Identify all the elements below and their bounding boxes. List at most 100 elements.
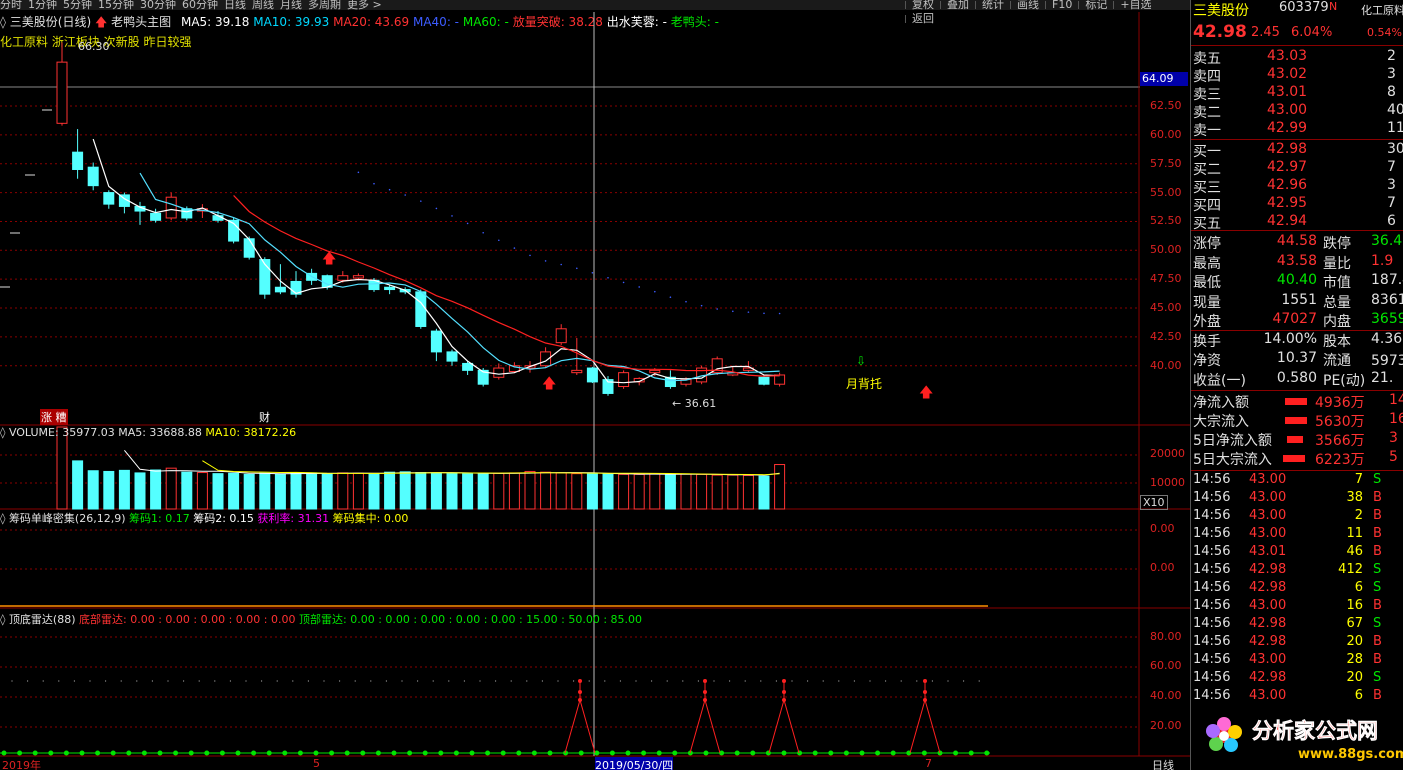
tick-volume: 28 xyxy=(1346,652,1363,667)
tick-row: 14:56 43.00 11 B xyxy=(1191,526,1403,544)
stat-row: 净资 10.37 流通 5973万 xyxy=(1191,350,1403,369)
volume-bar xyxy=(243,473,255,510)
asks-label: 卖五 xyxy=(1193,51,1221,67)
radar-peak-dot xyxy=(703,698,707,702)
sector-name[interactable]: 化工原料 xyxy=(1361,2,1403,18)
tick-volume: 46 xyxy=(1346,544,1363,559)
volume-bar xyxy=(134,472,146,510)
settings-icon[interactable]: ◊ xyxy=(0,512,5,525)
stat-label: PE(动) xyxy=(1323,372,1366,389)
candle-body xyxy=(274,286,286,293)
ma40-dot xyxy=(638,286,640,288)
volume-bar xyxy=(56,426,68,510)
asks-label: 卖三 xyxy=(1193,87,1221,103)
tick-side: S xyxy=(1373,616,1382,631)
limit-up-tag: 涨 糟 xyxy=(40,409,68,425)
stat-row: 换手 14.00% 股本 4.36 xyxy=(1191,330,1403,350)
tick-time: 14:56 xyxy=(1193,562,1231,577)
volume-ma-line xyxy=(202,460,780,476)
flow-bar xyxy=(1283,455,1305,462)
finance-tag: 财 xyxy=(259,411,270,424)
radar-grid-dot xyxy=(323,680,325,682)
tick-row: 14:56 43.00 16 B xyxy=(1191,598,1403,616)
radar-peak-dot xyxy=(923,698,927,702)
volume-bar xyxy=(602,473,614,510)
candle-body xyxy=(649,369,661,374)
new-stock-badge: N xyxy=(1329,0,1338,13)
x-label-may: 5 xyxy=(313,757,320,770)
stat-value: 8361 xyxy=(1371,291,1403,308)
asks-price: 42.99 xyxy=(1267,120,1308,136)
x-label-july: 7 xyxy=(925,757,932,770)
ma40-dot xyxy=(466,222,469,225)
chip1: 筹码1: 0.17 xyxy=(129,512,190,525)
settings-icon[interactable]: ◊ xyxy=(0,613,5,626)
stat-label: 量比 xyxy=(1323,255,1351,272)
radar-grid-dot xyxy=(495,680,497,682)
tick-time: 14:56 xyxy=(1193,472,1231,487)
stat-label: 市值 xyxy=(1323,275,1351,291)
flow-row: 净流入额 4936万 14 xyxy=(1191,392,1403,411)
flow-bar xyxy=(1287,436,1303,443)
settings-icon[interactable]: ◊ xyxy=(0,426,5,439)
panel-divider xyxy=(1191,230,1403,231)
asks-volume: 3 xyxy=(1387,66,1396,82)
ma40-dot xyxy=(747,311,750,313)
asks-price: 43.02 xyxy=(1267,66,1308,82)
radar-grid-dot xyxy=(869,680,871,682)
ma10-line xyxy=(139,172,780,382)
flow-value: 3566万 xyxy=(1315,433,1365,449)
volume-bar xyxy=(571,473,583,510)
flow-row: 5日大宗流入 6223万 5 xyxy=(1191,449,1403,468)
period-label[interactable]: 日线 xyxy=(1152,757,1174,770)
candle-body xyxy=(430,330,442,353)
volume-bar xyxy=(555,472,567,510)
stat-label: 外盘 xyxy=(1193,314,1221,330)
candle-body xyxy=(165,196,177,219)
volume-bar xyxy=(664,474,676,510)
volume-bar xyxy=(696,473,708,510)
radar-grid-dot xyxy=(588,680,590,682)
bids-label: 买二 xyxy=(1193,162,1221,178)
kline-chart[interactable]: 🡅 🡅 🡅 ⇩ xyxy=(0,0,1190,770)
bottom-radar: 底部雷达: 0.00 : 0.00 : 0.00 : 0.00 : 0.00 xyxy=(79,613,296,626)
bids-volume: 7 xyxy=(1387,159,1396,175)
volume-bar xyxy=(290,472,302,510)
asks-price: 43.03 xyxy=(1267,48,1308,64)
chip-tick: 0.00 xyxy=(1150,561,1175,574)
tick-time: 14:56 xyxy=(1193,634,1231,649)
radar-grid-dot xyxy=(682,680,684,682)
price-tick: 50.00 xyxy=(1150,243,1182,257)
stat-row: 最高 43.58 量比 1.9 xyxy=(1191,253,1403,272)
watermark-logo: 分析家公式网 www.88gs.com xyxy=(1206,717,1403,762)
volume-bar xyxy=(727,474,739,510)
radar-tick: 60.00 xyxy=(1150,659,1182,672)
price-change: 2.45 xyxy=(1251,25,1280,40)
candle-body xyxy=(415,291,427,327)
radar-grid-dot xyxy=(448,680,450,682)
stat-value: 40.40 xyxy=(1276,272,1317,288)
price-tick: 62.50 xyxy=(1150,99,1182,112)
volume-bar xyxy=(352,472,364,510)
radar-grid-dot xyxy=(697,680,700,682)
radar-grid-dot xyxy=(105,680,107,682)
stat-label: 最低 xyxy=(1193,275,1221,291)
tick-price: 43.00 xyxy=(1249,688,1287,703)
price-tick: 52.50 xyxy=(1150,214,1182,228)
stat-value: 14.00% xyxy=(1263,330,1317,347)
stat-value: 4.36 xyxy=(1371,330,1403,347)
volume-bar xyxy=(493,472,505,510)
ma40-dot xyxy=(700,304,703,307)
volume-bar xyxy=(259,472,271,510)
panel-divider xyxy=(1191,45,1403,46)
tick-price: 43.00 xyxy=(1249,526,1287,541)
tick-time: 14:56 xyxy=(1193,616,1231,631)
volume-bar xyxy=(274,473,286,510)
radar-grid-dot xyxy=(916,680,918,682)
tick-side: S xyxy=(1373,670,1382,685)
radar-grid-dot xyxy=(760,680,762,682)
tick-volume: 16 xyxy=(1346,598,1363,613)
tick-volume: 67 xyxy=(1346,616,1363,631)
volume-bar xyxy=(711,474,723,510)
ma40-dot xyxy=(373,182,375,185)
